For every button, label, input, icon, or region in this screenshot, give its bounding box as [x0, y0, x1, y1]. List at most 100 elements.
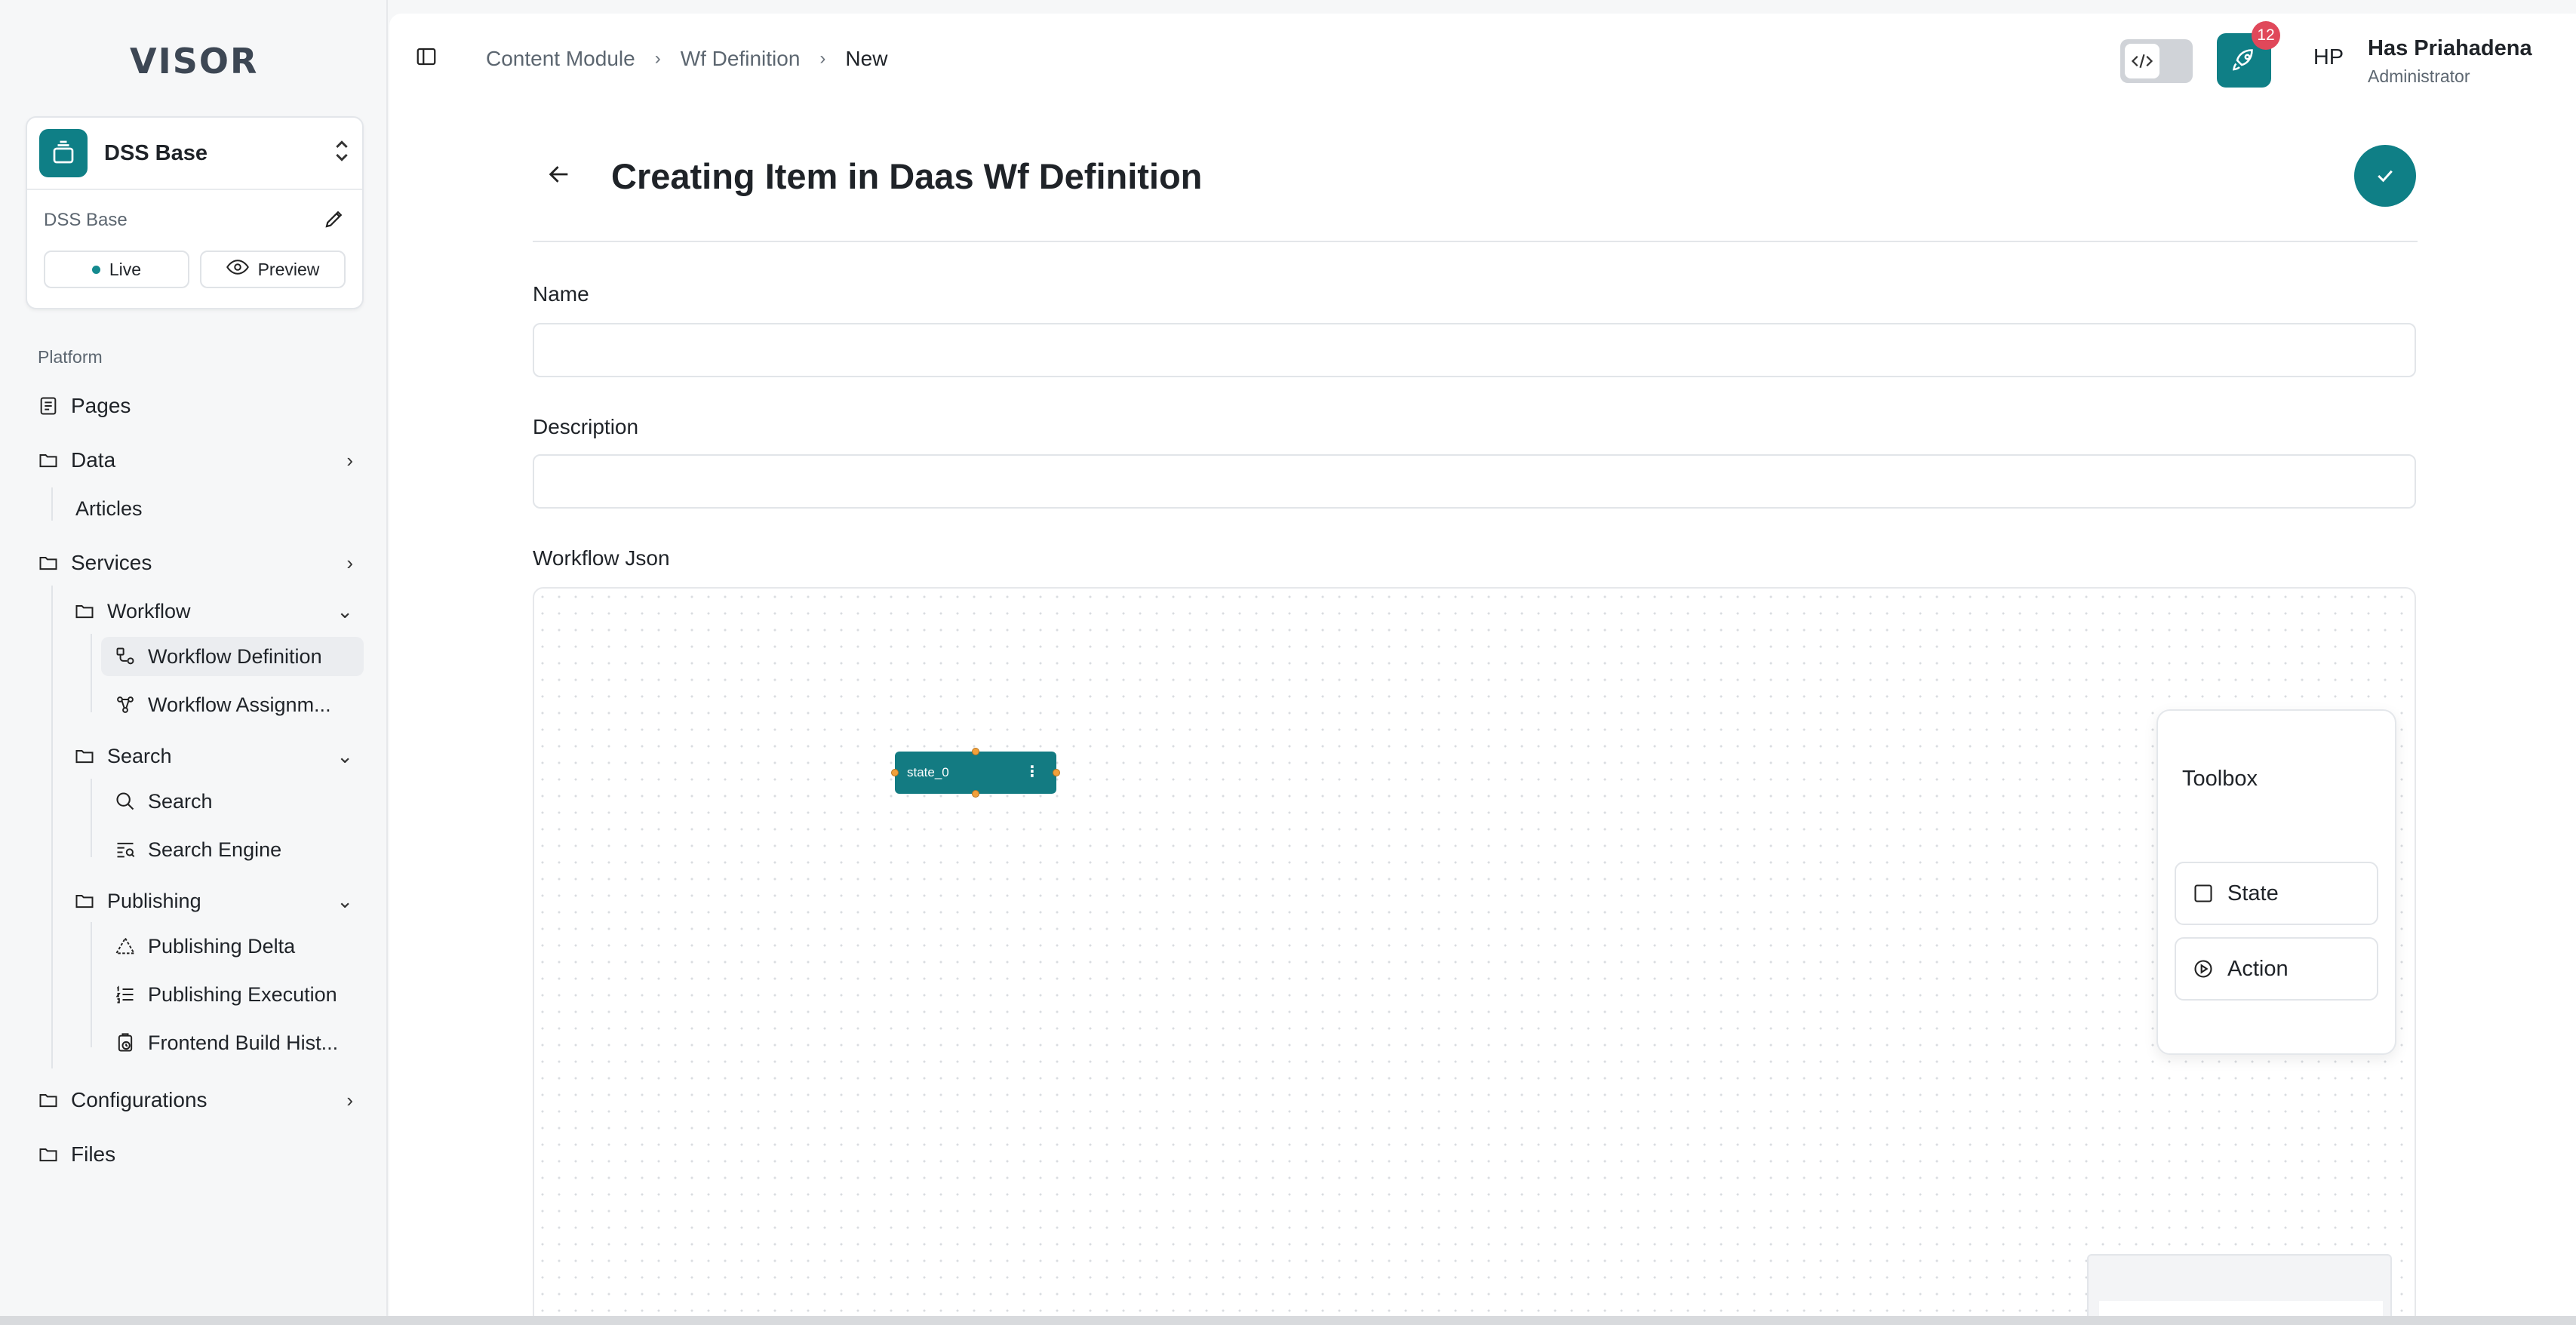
delta-icon — [115, 936, 136, 955]
tree-guide — [91, 634, 92, 712]
sidebar-item-label: Data — [71, 448, 116, 472]
folder-icon — [75, 895, 94, 908]
sidebar-item-search-engine[interactable]: Search Engine — [115, 830, 356, 869]
notification-badge: 12 — [2252, 21, 2280, 50]
workflow-json-label: Workflow Json — [533, 546, 670, 570]
sidebar-item-publishing[interactable]: Publishing ⌄ — [74, 881, 353, 921]
sidebar-item-search[interactable]: Search — [115, 782, 356, 821]
sidebar-item-files[interactable]: Files — [38, 1135, 353, 1174]
kebab-menu-icon[interactable]: ⋮ — [1025, 762, 1040, 781]
folder-icon — [39, 557, 57, 570]
sidebar-item-publishing-execution[interactable]: Publishing Execution — [115, 975, 356, 1014]
preview-button[interactable]: Preview — [200, 251, 346, 288]
play-circle-icon — [2194, 960, 2212, 978]
breadcrumb: Content Module › Wf Definition › New — [486, 47, 887, 71]
sidebar-item-services[interactable]: Services › — [38, 543, 353, 583]
site-switcher-card: DSS Base DSS Base Live Preview — [26, 116, 364, 309]
node-label: state_0 — [907, 765, 949, 779]
sidebar-item-data[interactable]: Data › — [38, 441, 353, 480]
nav-section-platform: Platform — [38, 347, 103, 367]
chevron-right-icon: › — [654, 48, 661, 69]
workflow-canvas[interactable]: state_0 ⋮ Toolbox State Action — [533, 587, 2416, 1325]
tool-action[interactable]: Action — [2175, 937, 2378, 1001]
search-icon — [116, 792, 134, 810]
sidebar: VISOR DSS Base DSS Base Live Preview Pla… — [0, 0, 388, 1325]
sidebar-item-label: Services — [71, 551, 152, 574]
folder-icon — [39, 454, 57, 468]
node-handle-bottom[interactable] — [972, 790, 979, 798]
workflow-icon — [116, 647, 134, 665]
save-button[interactable] — [2354, 145, 2416, 207]
name-label: Name — [533, 282, 589, 306]
check-icon — [2378, 170, 2393, 183]
sidebar-item-workflow[interactable]: Workflow ⌄ — [74, 592, 353, 631]
description-field[interactable] — [533, 454, 2416, 509]
chevron-right-icon: › — [819, 48, 826, 69]
sidebar-item-pages[interactable]: Pages — [38, 386, 362, 426]
sidebar-item-label: Publishing — [107, 889, 201, 912]
breadcrumb-item[interactable]: Wf Definition — [681, 47, 801, 71]
pencil-icon[interactable] — [323, 208, 346, 234]
eye-icon — [226, 259, 249, 280]
top-bar: Content Module › Wf Definition › New 12 … — [389, 14, 2576, 103]
live-dot-icon — [91, 265, 100, 274]
chevron-right-icon: › — [346, 448, 353, 472]
avatar[interactable]: HP — [2306, 45, 2351, 70]
sidebar-item-label: Workflow — [107, 599, 191, 623]
pages-icon — [40, 397, 57, 415]
name-field[interactable] — [533, 323, 2416, 377]
tool-label: State — [2227, 881, 2279, 905]
sidebar-item-workflow-definition[interactable]: Workflow Definition — [115, 637, 356, 676]
user-name[interactable]: Has Priahadena — [2368, 36, 2532, 61]
code-view-toggle[interactable] — [2120, 39, 2193, 83]
network-icon — [117, 696, 134, 713]
tree-guide — [91, 922, 92, 1047]
chevron-right-icon: › — [346, 551, 353, 574]
tool-state[interactable]: State — [2175, 862, 2378, 925]
chevron-right-icon: › — [346, 1088, 353, 1111]
list-ordered-icon — [115, 985, 134, 1004]
sidebar-item-articles[interactable]: Articles — [75, 489, 355, 528]
divider — [533, 241, 2418, 242]
sidebar-item-label: Configurations — [71, 1088, 207, 1111]
chevron-down-icon: ⌄ — [337, 599, 353, 623]
tree-guide — [91, 779, 92, 857]
visor-logo: VISOR — [130, 41, 259, 81]
clipboard-clock-icon — [118, 1033, 133, 1052]
breadcrumb-current: New — [845, 47, 888, 70]
live-button[interactable]: Live — [44, 251, 189, 288]
main-panel: Content Module › Wf Definition › New 12 … — [389, 14, 2576, 1325]
sidebar-item-search-group[interactable]: Search ⌄ — [74, 736, 353, 776]
tree-guide — [51, 487, 53, 521]
site-switcher[interactable]: DSS Base — [27, 118, 362, 190]
workflow-node[interactable]: state_0 ⋮ — [895, 752, 1056, 794]
chevron-down-icon: ⌄ — [337, 744, 353, 767]
tree-guide — [51, 586, 53, 1068]
square-icon — [2194, 884, 2212, 902]
node-handle-right[interactable] — [1053, 769, 1060, 776]
breadcrumb-item[interactable]: Content Module — [486, 47, 635, 71]
canvas-minimap[interactable] — [2087, 1254, 2392, 1325]
node-handle-top[interactable] — [972, 748, 979, 755]
folder-icon — [39, 1094, 57, 1108]
toolbox-panel: Toolbox State Action — [2156, 709, 2396, 1055]
rocket-icon — [2232, 49, 2253, 71]
node-handle-left[interactable] — [891, 769, 899, 776]
preview-label: Preview — [257, 259, 320, 279]
sidebar-item-label: Files — [71, 1142, 116, 1166]
sidebar-item-label: Workflow Definition — [148, 644, 322, 668]
description-label: Description — [533, 415, 639, 438]
folder-icon — [75, 605, 94, 619]
sidebar-item-label: Publishing Execution — [148, 982, 337, 1006]
sidebar-toggle-icon[interactable] — [415, 45, 438, 72]
text-search-icon — [117, 842, 135, 858]
tool-label: Action — [2227, 956, 2289, 981]
chevron-updown-icon — [334, 140, 350, 168]
back-arrow-icon[interactable] — [546, 161, 572, 191]
sidebar-item-label: Articles — [75, 496, 143, 520]
sidebar-item-configurations[interactable]: Configurations › — [38, 1081, 353, 1120]
toolbox-title: Toolbox — [2182, 767, 2258, 791]
sidebar-item-publishing-delta[interactable]: Publishing Delta — [115, 927, 356, 966]
sidebar-item-frontend-build[interactable]: Frontend Build Hist... — [115, 1023, 356, 1062]
sidebar-item-workflow-assignment[interactable]: Workflow Assignm... — [115, 685, 356, 724]
